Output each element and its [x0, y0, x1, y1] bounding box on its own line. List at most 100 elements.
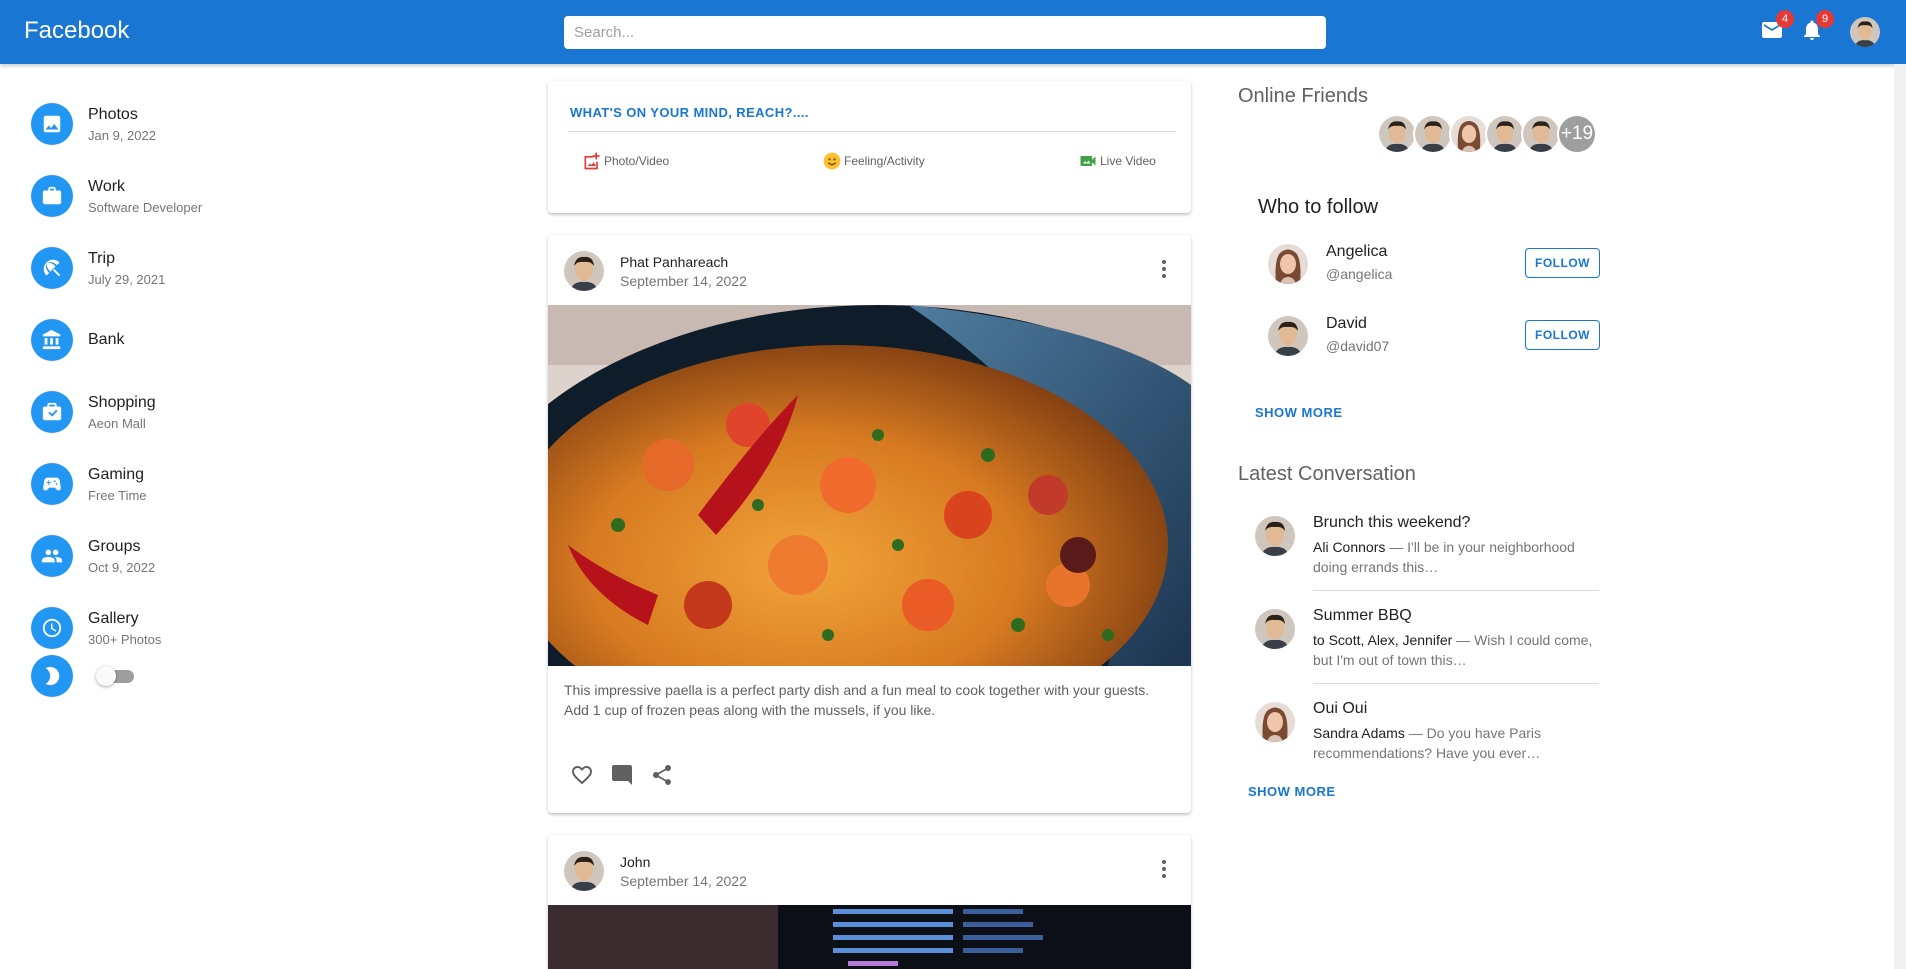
conversation-sender: Sandra Adams [1313, 725, 1405, 741]
feeling-activity-button[interactable]: Feeling/Activity [822, 151, 925, 171]
video-camera-icon [1080, 156, 1096, 166]
friend-avatar[interactable] [1413, 114, 1453, 154]
post-menu-button[interactable] [1161, 859, 1167, 879]
sidebar-item-subtitle: Free Time [88, 487, 147, 503]
friend-avatar[interactable] [1485, 114, 1525, 154]
heart-icon [572, 766, 592, 785]
sidebar-item-trip[interactable]: Trip July 29, 2021 [31, 244, 431, 292]
sidebar-item-subtitle: Oct 9, 2022 [88, 559, 156, 575]
groups-icon [31, 535, 73, 577]
feeling-activity-label: Feeling/Activity [844, 154, 925, 168]
sidebar-item-subtitle: Jan 9, 2022 [88, 127, 156, 143]
notifications-button[interactable]: 9 [1800, 10, 1834, 44]
image-icon [31, 103, 73, 145]
sidebar-item-shopping[interactable]: Shopping Aeon Mall [31, 388, 431, 436]
sidebar-item-gallery[interactable]: Gallery 300+ Photos [31, 604, 431, 652]
post-header: Phat Panhareach September 14, 2022 [564, 251, 747, 291]
post-author[interactable]: Phat Panhareach [620, 254, 747, 270]
toggle-thumb [96, 666, 116, 686]
sidebar-item-title: Photos [88, 105, 138, 123]
post-author[interactable]: John [620, 854, 747, 870]
sidebar-item-subtitle: Software Developer [88, 199, 203, 215]
gamepad-icon [31, 463, 73, 505]
sidebar-item-groups[interactable]: Groups Oct 9, 2022 [31, 532, 431, 580]
sidebar-item-bank[interactable]: Bank [31, 316, 431, 364]
sidebar-item-subtitle: 300+ Photos [88, 631, 162, 647]
photo-video-button[interactable]: Photo/Video [582, 151, 669, 171]
mail-button[interactable]: 4 [1760, 10, 1794, 44]
user-avatar[interactable] [1850, 17, 1880, 47]
conversation-title: Oui Oui [1313, 700, 1368, 717]
sidebar-item-work[interactable]: Work Software Developer [31, 172, 431, 220]
dark-mode-item [31, 652, 73, 700]
brand-title[interactable]: Facebook [24, 17, 129, 45]
follow-button[interactable]: FOLLOW [1525, 320, 1600, 350]
smiley-icon [823, 152, 841, 170]
follow-show-more-button[interactable]: SHOW MORE [1255, 405, 1343, 420]
post-menu-button[interactable] [1161, 259, 1167, 279]
post-date: September 14, 2022 [620, 872, 747, 889]
more-friends-count[interactable]: +19 [1557, 114, 1597, 154]
moon-icon [31, 655, 73, 697]
photo-video-label: Photo/Video [604, 154, 670, 168]
conversation-divider [1313, 590, 1599, 591]
more-vertical-icon [1162, 260, 1166, 278]
composer-prompt[interactable]: WHAT'S ON YOUR MIND, REACH?.... [570, 105, 809, 120]
friend-avatar[interactable] [1377, 114, 1417, 154]
post-image-code[interactable] [548, 905, 1191, 969]
author-avatar[interactable] [564, 851, 604, 891]
composer-divider [568, 131, 1176, 132]
app-bar: Facebook 4 9 [0, 0, 1906, 64]
suggestion-handle: @david07 [1326, 338, 1390, 354]
conversation-sender: to Scott, Alex, Jennifer [1313, 632, 1453, 648]
share-button[interactable] [650, 763, 674, 787]
post-composer: WHAT'S ON YOUR MIND, REACH?.... Photo/Vi… [548, 81, 1191, 213]
conversation-preview: Ali Connors — I'll be in your neighborho… [1313, 537, 1598, 577]
sidebar-item-photos[interactable]: Photos Jan 9, 2022 [31, 100, 431, 148]
conversation-preview: Sandra Adams — Do you have Paris recomme… [1313, 723, 1598, 763]
comment-button[interactable] [610, 763, 634, 787]
conversation-avatar [1255, 609, 1295, 649]
latest-conversation-title: Latest Conversation [1238, 463, 1416, 485]
mail-count-badge: 4 [1776, 10, 1794, 28]
suggestion-name: Angelica [1326, 243, 1388, 260]
sidebar-item-gaming[interactable]: Gaming Free Time [31, 460, 431, 508]
more-vertical-icon [1162, 860, 1166, 878]
sidebar-item-title: Bank [88, 331, 125, 348]
sidebar-item-title: Work [88, 177, 126, 195]
search-input[interactable] [564, 16, 1326, 49]
sidebar-item-title: Gallery [88, 609, 139, 627]
comment-icon [612, 765, 632, 785]
post-date: September 14, 2022 [620, 272, 747, 289]
follow-suggestion: David @david07 FOLLOW [1268, 312, 1600, 360]
friend-avatar[interactable] [1449, 114, 1489, 154]
post-card: Phat Panhareach September 14, 2022 This … [548, 235, 1191, 813]
conversation-preview: to Scott, Alex, Jennifer — Wish I could … [1313, 630, 1598, 670]
sidebar-item-title: Groups [88, 537, 141, 555]
conversation-item[interactable]: Summer BBQ to Scott, Alex, Jennifer — Wi… [1255, 607, 1600, 673]
page-scrollbar[interactable] [1894, 64, 1906, 969]
post-actions [570, 763, 674, 787]
conversation-item[interactable]: Oui Oui Sandra Adams — Do you have Paris… [1255, 700, 1600, 766]
like-button[interactable] [570, 763, 594, 787]
conversation-divider [1313, 683, 1599, 684]
suggestion-avatar[interactable] [1268, 244, 1308, 284]
conversation-item[interactable]: Brunch this weekend? Ali Connors — I'll … [1255, 514, 1600, 580]
conversation-sender: Ali Connors [1313, 539, 1386, 555]
post-image-paella[interactable] [548, 305, 1191, 813]
beach-icon [31, 247, 73, 289]
sidebar-item-subtitle: July 29, 2021 [88, 271, 166, 287]
live-video-button[interactable]: Live Video [1078, 151, 1156, 171]
shopping-icon [31, 391, 73, 433]
follow-button[interactable]: FOLLOW [1525, 248, 1600, 278]
post-header: John September 14, 2022 [564, 851, 747, 891]
suggestion-avatar[interactable] [1268, 316, 1308, 356]
author-avatar[interactable] [564, 251, 604, 291]
sidebar-item-title: Shopping [88, 393, 156, 411]
conversation-show-more-button[interactable]: SHOW MORE [1248, 784, 1336, 799]
friend-avatar[interactable] [1521, 114, 1561, 154]
conversation-title: Summer BBQ [1313, 607, 1412, 624]
who-to-follow-title: Who to follow [1258, 196, 1379, 218]
dark-mode-toggle[interactable] [96, 666, 134, 686]
suggestion-name: David [1326, 315, 1367, 332]
